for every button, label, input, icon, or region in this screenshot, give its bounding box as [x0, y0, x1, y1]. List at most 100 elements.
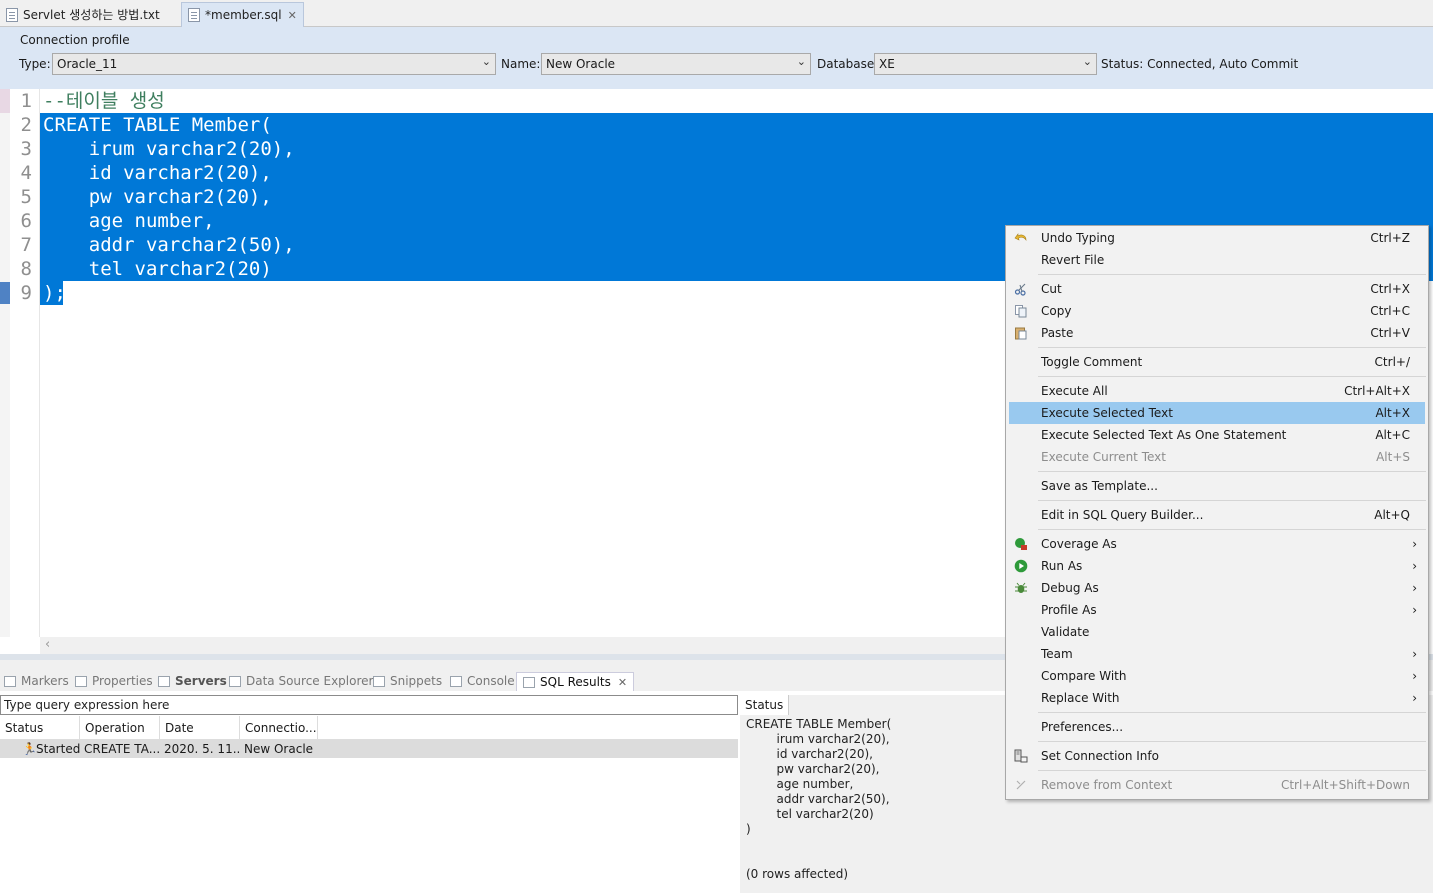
menu-item-run-as[interactable]: Run As › — [1009, 555, 1425, 577]
menu-item-set-connection-info[interactable]: Set Connection Info — [1009, 745, 1425, 767]
menu-item-profile-as[interactable]: Profile As › — [1009, 599, 1425, 621]
tab-member-sql[interactable]: *member.sql ✕ — [181, 2, 304, 27]
tab-markers[interactable]: Markers — [4, 674, 69, 688]
menu-separator — [1038, 741, 1426, 742]
tab-sql-results[interactable]: SQL Results ✕ — [516, 672, 635, 691]
menu-item-team[interactable]: Team › — [1009, 643, 1425, 665]
query-expression-input[interactable]: Type query expression here — [0, 695, 738, 715]
code-line[interactable]: pw varchar2(20), — [43, 185, 272, 209]
menu-label: Revert File — [1041, 253, 1105, 267]
menu-item-execute-all[interactable]: Execute All Ctrl+Alt+X — [1009, 380, 1425, 402]
table-row[interactable]: 🏃Started CREATE TA... 2020. 5. 11... New… — [0, 740, 738, 758]
menu-separator — [1038, 770, 1426, 771]
scroll-left-icon[interactable]: ‹ — [45, 637, 50, 652]
menu-shortcut: Ctrl+Z — [1370, 231, 1410, 245]
run-icon — [1014, 559, 1028, 573]
code-line[interactable]: CREATE TABLE Member( — [43, 113, 272, 137]
menu-label: Coverage As — [1041, 537, 1117, 551]
line-number: 1 — [20, 90, 32, 112]
tab-label: Servlet 생성하는 방법.txt — [23, 8, 160, 22]
menu-label: Edit in SQL Query Builder... — [1041, 508, 1204, 522]
menu-shortcut: Ctrl+/ — [1374, 355, 1410, 369]
connection-profile-panel: Connection profile Type: Oracle_11 ⌄ Nam… — [0, 27, 1433, 89]
connection-icon — [1014, 749, 1028, 763]
database-select[interactable]: XE ⌄ — [874, 53, 1097, 75]
console-icon — [450, 675, 462, 687]
close-icon[interactable]: ✕ — [288, 9, 297, 22]
servers-icon — [158, 675, 170, 687]
menu-label: Undo Typing — [1041, 231, 1115, 245]
tab-label: Console — [467, 674, 515, 688]
menu-item-paste[interactable]: Paste Ctrl+V — [1009, 322, 1425, 344]
menu-item-compare-with[interactable]: Compare With › — [1009, 665, 1425, 687]
code-line[interactable]: tel varchar2(20) — [43, 257, 272, 281]
code-line[interactable]: id varchar2(20), — [43, 161, 272, 185]
menu-item-revert-file[interactable]: Revert File — [1009, 249, 1425, 271]
menu-item-execute-current-text: Execute Current Text Alt+S — [1009, 446, 1425, 468]
column-header-status[interactable]: Status — [0, 716, 80, 740]
tab-servlet-txt[interactable]: Servlet 생성하는 방법.txt — [0, 2, 166, 27]
sql-results-icon — [523, 676, 535, 688]
code-line[interactable]: addr varchar2(50), — [43, 233, 295, 257]
code-line[interactable]: irum varchar2(20), — [43, 137, 295, 161]
menu-item-coverage-as[interactable]: Coverage As › — [1009, 533, 1425, 555]
tab-label: Snippets — [390, 674, 443, 688]
menu-item-cut[interactable]: Cut Ctrl+X — [1009, 278, 1425, 300]
column-header-operation[interactable]: Operation — [80, 716, 160, 740]
code-line[interactable]: ); — [43, 281, 66, 305]
menu-item-validate[interactable]: Validate — [1009, 621, 1425, 643]
horizontal-scrollbar[interactable]: ‹ — [40, 637, 1005, 654]
menu-separator — [1038, 500, 1426, 501]
close-icon[interactable]: ✕ — [618, 676, 627, 689]
menu-item-replace-with[interactable]: Replace With › — [1009, 687, 1425, 709]
markers-icon — [4, 675, 16, 687]
database-value: XE — [879, 57, 895, 71]
status-label: Status: — [1101, 57, 1144, 71]
menu-label: Execute Current Text — [1041, 450, 1166, 464]
menu-item-copy[interactable]: Copy Ctrl+C — [1009, 300, 1425, 322]
tab-console[interactable]: Console — [450, 674, 515, 688]
tab-label: Markers — [21, 674, 69, 688]
data-source-icon — [229, 675, 241, 687]
menu-item-execute-selected-text[interactable]: Execute Selected Text Alt+X — [1009, 402, 1425, 424]
menu-label: Validate — [1041, 625, 1090, 639]
row-status: 🏃Started — [18, 740, 80, 758]
menu-shortcut: Ctrl+C — [1370, 304, 1410, 318]
type-select[interactable]: Oracle_11 ⌄ — [52, 53, 496, 75]
menu-item-edit-in-query-builder[interactable]: Edit in SQL Query Builder... Alt+Q — [1009, 504, 1425, 526]
line-number: 6 — [20, 210, 32, 232]
menu-item-save-as-template[interactable]: Save as Template... — [1009, 475, 1425, 497]
code-line[interactable]: --테이블 생성 — [43, 89, 165, 113]
menu-item-toggle-comment[interactable]: Toggle Comment Ctrl+/ — [1009, 351, 1425, 373]
tab-snippets[interactable]: Snippets — [373, 674, 442, 688]
menu-shortcut: Ctrl+Alt+Shift+Down — [1280, 778, 1410, 792]
rows-affected: (0 rows affected) — [746, 867, 849, 881]
results-header: Status Operation Date Connectio... — [0, 716, 738, 740]
menu-item-debug-as[interactable]: Debug As › — [1009, 577, 1425, 599]
tab-data-source-explorer[interactable]: Data Source Explorer — [229, 674, 373, 688]
overview-ruler — [0, 89, 10, 637]
column-header-date[interactable]: Date — [160, 716, 240, 740]
chevron-right-icon: › — [1412, 559, 1417, 573]
column-header-connection[interactable]: Connectio... — [240, 716, 318, 740]
undo-icon — [1014, 233, 1027, 241]
code-line[interactable]: age number, — [43, 209, 215, 233]
change-marker — [0, 89, 10, 113]
name-select[interactable]: New Oracle ⌄ — [541, 53, 811, 75]
tab-servers[interactable]: Servers — [158, 674, 227, 688]
status-pane-tab[interactable]: Status — [740, 695, 790, 715]
row-connection: New Oracle — [244, 742, 314, 756]
menu-shortcut: Ctrl+V — [1370, 326, 1410, 340]
menu-item-preferences[interactable]: Preferences... — [1009, 716, 1425, 738]
chevron-right-icon: › — [1412, 647, 1417, 661]
menu-label: Save as Template... — [1041, 479, 1158, 493]
menu-item-undo-typing[interactable]: Undo Typing Ctrl+Z — [1009, 227, 1425, 249]
menu-label: Preferences... — [1041, 720, 1124, 734]
row-operation: CREATE TA... — [84, 742, 160, 756]
snippets-icon — [373, 675, 385, 687]
scissors-icon — [1014, 283, 1026, 296]
tab-properties[interactable]: Properties — [75, 674, 153, 688]
type-label: Type: — [19, 57, 51, 71]
menu-shortcut: Alt+Q — [1374, 508, 1410, 522]
menu-item-execute-selected-one-statement[interactable]: Execute Selected Text As One Statement Al… — [1009, 424, 1425, 446]
